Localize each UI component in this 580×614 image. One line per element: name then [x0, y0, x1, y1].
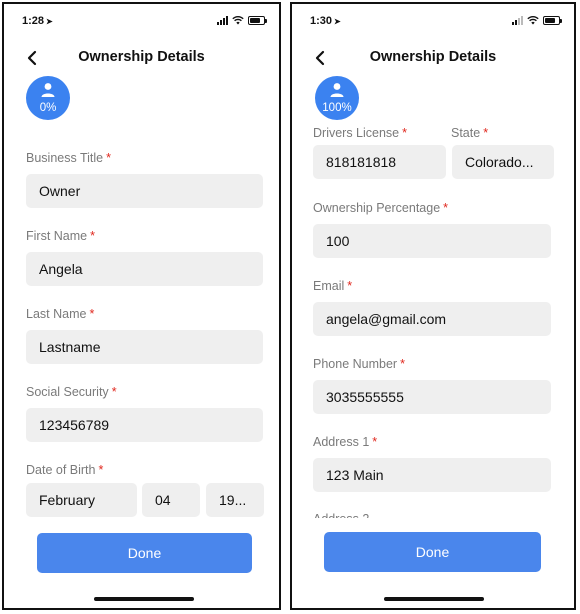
social-security-field[interactable]: 123456789 [26, 408, 263, 442]
location-arrow-icon: ➤ [46, 17, 53, 26]
progress-percent: 100% [322, 102, 352, 114]
social-security-label: Social Security * [26, 385, 117, 399]
last-name-field[interactable]: Lastname [26, 330, 263, 364]
date-of-birth-label: Date of Birth * [26, 463, 104, 477]
page-title: Ownership Details [78, 49, 205, 65]
done-button[interactable]: Done [324, 532, 541, 572]
status-time: 1:30 ➤ [310, 15, 341, 27]
dob-day-field[interactable]: 04 [142, 483, 200, 517]
email-field[interactable]: angela@gmail.com [313, 302, 551, 336]
battery-icon [248, 15, 267, 25]
ownership-percentage-label: Ownership Percentage * [313, 201, 449, 215]
state-label: State * [451, 126, 489, 140]
dob-year-field[interactable]: 19... [206, 483, 264, 517]
signal-icon [512, 15, 523, 25]
signal-icon [217, 15, 228, 25]
business-title-field[interactable]: Owner [26, 174, 263, 208]
status-bar: 1:28 ➤ [4, 4, 279, 34]
person-icon [330, 83, 344, 97]
dob-month-field[interactable]: February [26, 483, 137, 517]
address1-field[interactable]: 123 Main [313, 458, 551, 492]
last-name-label: Last Name * [26, 307, 95, 321]
ownership-percentage-field[interactable]: 100 [313, 224, 551, 258]
address1-label: Address 1 * [313, 435, 378, 449]
person-icon [41, 83, 55, 97]
first-name-field[interactable]: Angela [26, 252, 263, 286]
home-indicator [384, 597, 484, 601]
state-select[interactable]: Colorado... [452, 145, 554, 179]
phone-number-label: Phone Number * [313, 357, 405, 371]
home-indicator [94, 597, 194, 601]
page-title: Ownership Details [369, 49, 497, 65]
phone-screen-right: 1:30 ➤ Ownership Details Drivers License *… [290, 2, 576, 610]
wifi-icon [232, 15, 244, 25]
status-bar: 1:30 ➤ [292, 4, 574, 34]
progress-percent: 0% [39, 102, 57, 114]
scroll-clip [292, 518, 574, 532]
nav-header: Ownership Details [4, 44, 279, 72]
done-button[interactable]: Done [37, 533, 252, 573]
business-title-label: Business Title * [26, 151, 111, 165]
nav-header: Ownership Details [292, 44, 574, 72]
battery-icon [543, 15, 562, 25]
progress-avatar: 0% [26, 76, 70, 120]
drivers-license-field[interactable]: 818181818 [313, 145, 446, 179]
wifi-icon [527, 15, 539, 25]
email-label: Email * [313, 279, 353, 293]
drivers-license-label: Drivers License * [313, 126, 408, 140]
phone-screen-left: 1:28 ➤ Ownership Details 0% Business Titl… [2, 2, 281, 610]
phone-number-field[interactable]: 3035555555 [313, 380, 551, 414]
first-name-label: First Name * [26, 229, 95, 243]
status-icons [512, 15, 562, 25]
status-icons [217, 15, 267, 25]
progress-avatar: 100% [315, 76, 359, 120]
location-arrow-icon: ➤ [334, 17, 341, 26]
status-time: 1:28 ➤ [22, 15, 53, 27]
